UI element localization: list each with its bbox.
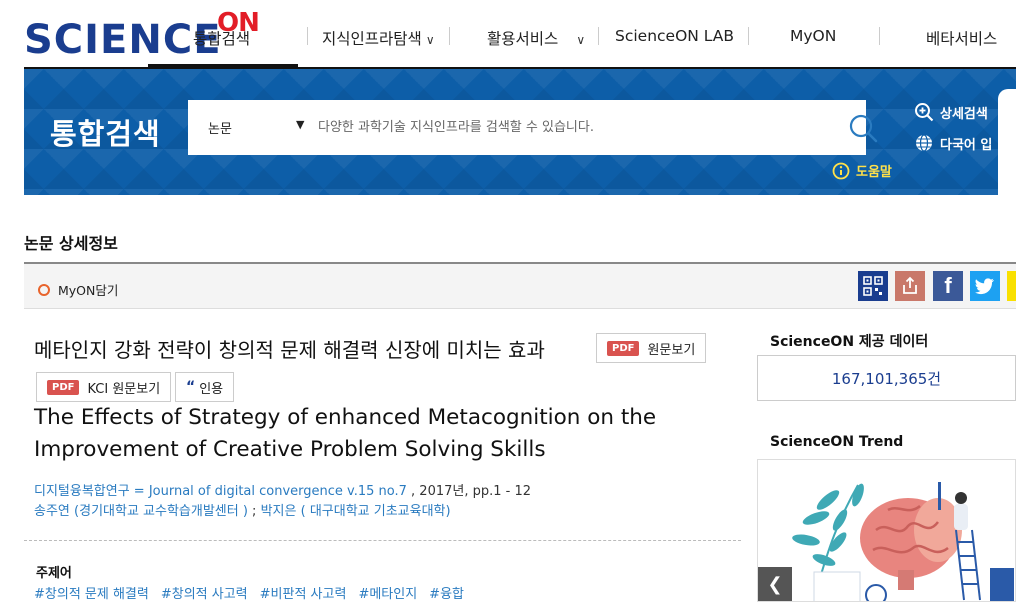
- side-panel-tab[interactable]: [998, 89, 1016, 209]
- author-separator: ;: [247, 504, 261, 519]
- search-category-select[interactable]: 논문: [208, 118, 232, 137]
- active-menu-indicator: [148, 64, 298, 68]
- author-affiliation[interactable]: ( 대구대학교 기초교육대학): [301, 504, 451, 519]
- trend-prev-button[interactable]: ❮: [758, 567, 792, 601]
- keyword-list: #창의적 문제 해결력 #창의적 사고력 #비판적 사고력 #메타인지 #융합: [34, 583, 464, 602]
- help-label: 도움말: [856, 165, 892, 180]
- author-link[interactable]: 송주연: [34, 504, 70, 519]
- globe-icon: [916, 134, 932, 152]
- menu-divider: [598, 27, 599, 45]
- menu-label: 지식인프라탐색: [322, 30, 422, 48]
- keyword-link[interactable]: #비판적 사고력: [260, 583, 347, 602]
- myon-save-label: MyON담기: [58, 283, 119, 298]
- trend-heading: ScienceON Trend: [770, 434, 904, 450]
- page-title: 논문 상세정보: [24, 234, 118, 253]
- myon-save-button[interactable]: MyON담기: [38, 280, 118, 299]
- search-title: 통합검색: [50, 117, 161, 151]
- kci-original-view-button[interactable]: PDF KCI 원문보기: [36, 372, 172, 402]
- scienceon-logo[interactable]: SCIENCE ON: [24, 8, 260, 63]
- facebook-glyph: f: [944, 273, 952, 298]
- keywords-heading: 주제어: [36, 566, 72, 581]
- search-input[interactable]: [318, 115, 818, 139]
- menu-knowledge-infra[interactable]: 지식인프라탐색 ∨: [322, 27, 435, 49]
- menu-scienceon-lab[interactable]: ScienceON LAB: [615, 27, 734, 45]
- original-view-button[interactable]: PDF 원문보기: [596, 333, 707, 363]
- search-box: 논문 ▼: [188, 100, 878, 155]
- chevron-left-icon: ❮: [767, 573, 783, 595]
- keyword-link[interactable]: #융합: [429, 583, 464, 602]
- twitter-glyph: [975, 278, 994, 295]
- data-count-value: 167,101,365건: [831, 369, 942, 388]
- menu-divider: [449, 27, 450, 45]
- data-count-box: 167,101,365건: [757, 355, 1016, 401]
- multilang-search-label: 다국어 입: [940, 137, 993, 153]
- menu-myon[interactable]: MyON: [790, 27, 836, 45]
- kci-original-view-label: KCI 원문보기: [87, 381, 161, 397]
- chevron-down-icon: ∨: [576, 33, 586, 47]
- logo-text: SCIENCE: [24, 17, 222, 63]
- chevron-down-icon: ∨: [425, 33, 435, 47]
- keyword-link[interactable]: #창의적 사고력: [161, 583, 248, 602]
- content-divider: [24, 540, 741, 541]
- trend-banner[interactable]: ❮: [757, 459, 1016, 602]
- export-icon[interactable]: [895, 271, 925, 301]
- menu-label: 활용서비스: [487, 30, 559, 48]
- data-stats-heading: ScienceON 제공 데이터: [770, 334, 929, 350]
- advanced-search-link[interactable]: 상세검색: [914, 102, 988, 122]
- search-banner: 통합검색 논문 ▼ 상세검색 다국어 입: [24, 69, 1016, 209]
- menu-integrated-search[interactable]: 통합검색: [193, 27, 250, 49]
- zoom-plus-icon: [915, 103, 934, 122]
- qr-code-glyph: [863, 276, 883, 296]
- trend-illustration: [792, 482, 1014, 601]
- qr-code-icon[interactable]: [858, 271, 888, 301]
- article-title-kr: 메타인지 강화 전략이 창의적 문제 해결력 신장에 미치는 효과: [34, 338, 545, 362]
- menu-label: 통합검색: [193, 30, 251, 48]
- global-navigation: SCIENCE ON 통합검색 지식인프라탐색 ∨ 활용서비스 ∨ ScienceO…: [0, 0, 1016, 70]
- export-glyph: [903, 276, 917, 294]
- facebook-icon[interactable]: f: [933, 271, 963, 301]
- authors-info: 송주연 (경기대학교 교수학습개발센터 ) ; 박지은 ( 대구대학교 기초교육…: [34, 500, 451, 519]
- pdf-badge: PDF: [607, 340, 640, 356]
- detail-toolbar: MyON담기 f: [24, 262, 1016, 309]
- kakao-icon[interactable]: [1007, 271, 1016, 301]
- keyword-link[interactable]: #창의적 문제 해결력: [34, 583, 149, 602]
- menu-services[interactable]: 활용서비스 ∨: [487, 27, 585, 49]
- twitter-icon[interactable]: [970, 271, 1000, 301]
- journal-details: , 2017년, pp.1 - 12: [406, 484, 532, 499]
- menu-divider: [748, 27, 749, 45]
- advanced-search-label: 상세검색: [940, 106, 988, 122]
- author-affiliation[interactable]: (경기대학교 교수학습개발센터 ): [74, 504, 248, 519]
- cite-label: 인용: [199, 381, 224, 397]
- menu-divider: [879, 27, 880, 45]
- article-title-en: The Effects of Strategy of enhanced Meta…: [34, 405, 657, 462]
- info-icon: [832, 162, 850, 179]
- pdf-badge: PDF: [47, 379, 80, 395]
- quote-icon: “: [186, 379, 196, 395]
- original-view-label: 원문보기: [647, 342, 696, 358]
- cite-button[interactable]: “ 인용: [175, 372, 235, 402]
- journal-link[interactable]: 디지털융복합연구 = Journal of digital convergenc…: [34, 484, 407, 499]
- menu-beta-service[interactable]: 베타서비스: [926, 27, 997, 49]
- search-icon[interactable]: [848, 113, 878, 143]
- help-link[interactable]: 도움말: [832, 161, 892, 180]
- caret-down-icon[interactable]: ▼: [296, 118, 304, 131]
- menu-divider: [307, 27, 308, 45]
- multilang-search-link[interactable]: 다국어 입: [914, 133, 992, 153]
- author-link[interactable]: 박지은: [261, 504, 297, 519]
- journal-info: 디지털융복합연구 = Journal of digital convergenc…: [34, 480, 531, 499]
- circle-icon: [38, 283, 50, 296]
- keyword-link[interactable]: #메타인지: [358, 583, 417, 602]
